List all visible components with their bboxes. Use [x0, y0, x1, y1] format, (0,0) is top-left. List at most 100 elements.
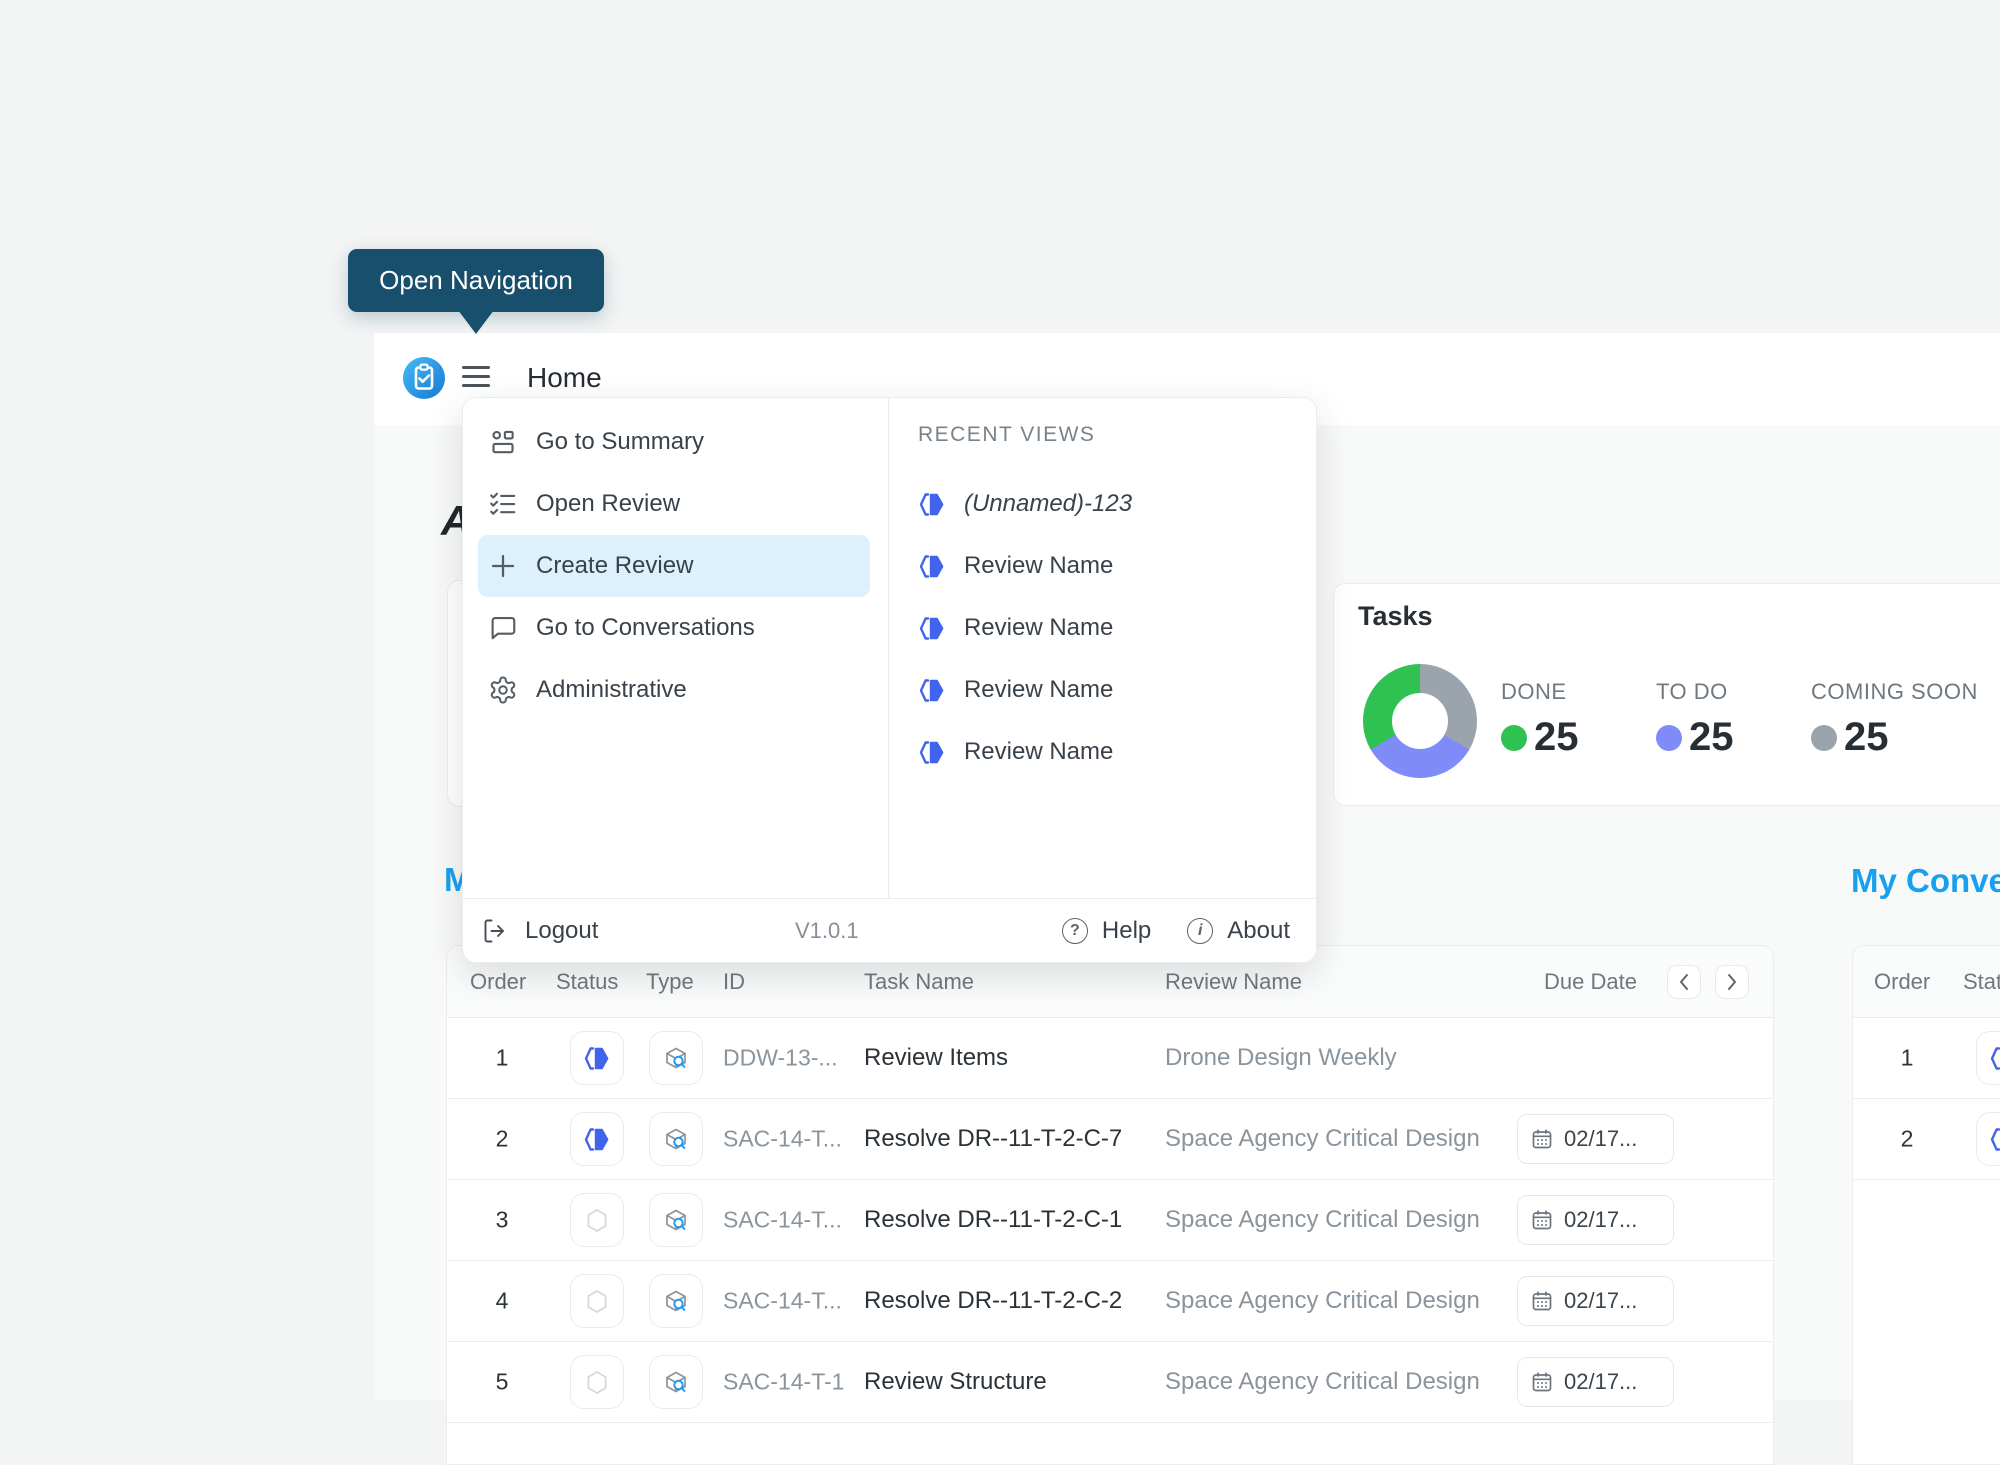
review-name: Drone Design Weekly [1165, 1044, 1397, 1072]
recent-view-item[interactable]: Review Name [918, 659, 1316, 721]
task-name: Review Structure [864, 1368, 1047, 1396]
box-search-icon [662, 1206, 690, 1234]
table-row[interactable]: 2 [1853, 1099, 2000, 1180]
recent-view-label: Review Name [964, 614, 1113, 642]
recent-view-item[interactable]: (Unnamed)-123 [918, 473, 1316, 535]
about-label: About [1227, 917, 1290, 945]
calendar-icon [1530, 1127, 1554, 1151]
logout-icon [481, 917, 509, 945]
menu-item-administrative[interactable]: Administrative [478, 659, 870, 721]
task-id: SAC-14-T... [723, 1126, 842, 1153]
recent-views-title: RECENT VIEWS [918, 422, 1316, 448]
order-value: 2 [1853, 1126, 1961, 1153]
menu-item-label: Create Review [536, 552, 693, 580]
recent-view-item[interactable]: Review Name [918, 597, 1316, 659]
table-row-empty [1853, 1180, 2000, 1261]
summary-icon [488, 427, 518, 457]
table-row[interactable]: 1 [1853, 1018, 2000, 1099]
next-page-button[interactable] [1715, 965, 1749, 999]
recent-view-item[interactable]: Review Name [918, 535, 1316, 597]
col-due-date: Due Date [1544, 969, 1637, 995]
prev-page-button[interactable] [1667, 965, 1701, 999]
status-empty-button[interactable] [570, 1355, 624, 1409]
status-in-review-button[interactable] [1976, 1112, 2000, 1166]
table-row[interactable]: 2 SAC-14-T... Resolve DR--11-T-2-C-7 Spa… [447, 1099, 1773, 1180]
chat-icon [488, 613, 518, 643]
help-icon: ? [1062, 918, 1088, 944]
status-empty-button[interactable] [570, 1193, 624, 1247]
recent-view-label: Review Name [964, 676, 1113, 704]
hamburger-menu-icon[interactable] [462, 366, 490, 387]
order-value: 1 [1853, 1045, 1961, 1072]
legend-coming-soon: COMING SOON 25 [1811, 679, 1978, 760]
half-hexagon-icon [1989, 1044, 2000, 1073]
my-conversations-heading: My Conversations [1851, 862, 2000, 900]
status-empty-button[interactable] [570, 1274, 624, 1328]
recent-view-label: Review Name [964, 738, 1113, 766]
type-review-item-button[interactable] [649, 1193, 703, 1247]
order-value: 3 [447, 1207, 557, 1234]
col-id: ID [723, 969, 745, 995]
review-name: Space Agency Critical Design [1165, 1125, 1480, 1153]
recent-view-item[interactable]: Review Name [918, 721, 1316, 783]
tooltip-caret [458, 310, 494, 334]
menu-item-open-review[interactable]: Open Review [478, 473, 870, 535]
review-name: Space Agency Critical Design [1165, 1287, 1480, 1315]
my-conversations-table: Order Status 1 2 [1852, 945, 2000, 1465]
type-review-item-button[interactable] [649, 1355, 703, 1409]
due-date-chip[interactable]: 02/17... [1517, 1195, 1674, 1245]
logout-label: Logout [525, 917, 598, 945]
task-id: SAC-14-T... [723, 1288, 842, 1315]
app-version: V1.0.1 [795, 918, 859, 944]
table-row[interactable]: 4 SAC-14-T... Resolve DR--11-T-2-C-2 Spa… [447, 1261, 1773, 1342]
help-label: Help [1102, 917, 1151, 945]
menu-item-create-review[interactable]: Create Review [478, 535, 870, 597]
col-review-name: Review Name [1165, 969, 1302, 995]
plus-icon [488, 551, 518, 581]
legend-done: DONE 25 [1501, 679, 1579, 760]
due-date-chip[interactable]: 02/17... [1517, 1276, 1674, 1326]
menu-item-label: Go to Conversations [536, 614, 755, 642]
legend-todo: TO DO 25 [1656, 679, 1734, 760]
due-date-chip[interactable]: 02/17... [1517, 1114, 1674, 1164]
gear-icon [488, 675, 518, 705]
table-row[interactable]: 5 SAC-14-T-1 Review Structure Space Agen… [447, 1342, 1773, 1423]
page-title: Home [527, 362, 602, 394]
half-hexagon-icon [918, 552, 947, 581]
status-in-review-button[interactable] [1976, 1031, 2000, 1085]
type-review-item-button[interactable] [649, 1274, 703, 1328]
col-status: Status [1963, 969, 2000, 995]
dropdown-footer: Logout V1.0.1 ? Help i About [463, 898, 1316, 962]
status-in-review-button[interactable] [570, 1031, 624, 1085]
task-name: Resolve DR--11-T-2-C-1 [864, 1206, 1122, 1234]
col-order: Order [470, 969, 526, 995]
box-search-icon [662, 1287, 690, 1315]
status-in-review-button[interactable] [570, 1112, 624, 1166]
col-status: Status [556, 969, 618, 995]
coming-soon-dot [1811, 725, 1837, 751]
task-id: DDW-13-... [723, 1045, 838, 1072]
todo-dot [1656, 725, 1682, 751]
calendar-icon [1530, 1208, 1554, 1232]
logout-button[interactable]: Logout [481, 917, 598, 945]
col-order: Order [1874, 969, 1930, 995]
about-button[interactable]: i About [1187, 917, 1290, 945]
table-header-row: Order Status [1853, 946, 2000, 1018]
box-search-icon [662, 1125, 690, 1153]
menu-item-label: Go to Summary [536, 428, 704, 456]
help-button[interactable]: ? Help [1062, 917, 1151, 945]
order-value: 5 [447, 1369, 557, 1396]
menu-item-go-to-conversations[interactable]: Go to Conversations [478, 597, 870, 659]
task-name: Resolve DR--11-T-2-C-2 [864, 1287, 1122, 1315]
table-row[interactable]: 3 SAC-14-T... Resolve DR--11-T-2-C-1 Spa… [447, 1180, 1773, 1261]
order-value: 1 [447, 1045, 557, 1072]
type-review-item-button[interactable] [649, 1031, 703, 1085]
type-review-item-button[interactable] [649, 1112, 703, 1166]
order-value: 2 [447, 1126, 557, 1153]
menu-item-go-to-summary[interactable]: Go to Summary [478, 411, 870, 473]
table-row[interactable]: 1 DDW-13-... Review Items Drone Design W… [447, 1018, 1773, 1099]
menu-item-label: Open Review [536, 490, 680, 518]
half-hexagon-icon [918, 614, 947, 643]
task-name: Review Items [864, 1044, 1008, 1072]
col-task-name: Task Name [864, 969, 974, 995]
